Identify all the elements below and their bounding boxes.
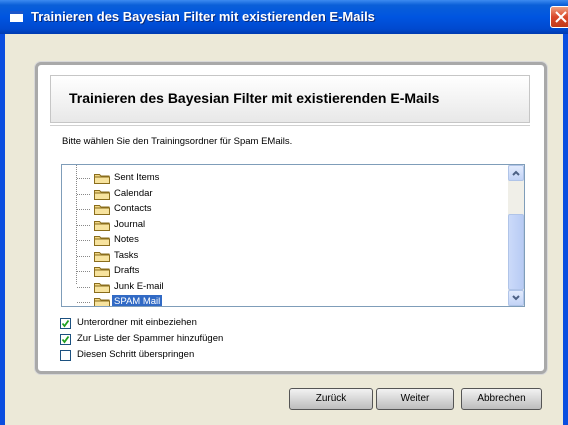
tree-item-label: Junk E-mail [114,280,164,292]
window-frame-left [0,34,5,425]
chevron-down-icon [512,295,520,301]
instruction-text: Bitte wählen Sie den Trainingsordner für… [62,136,293,147]
tree-item-label: Drafts [114,265,140,276]
panel-header: Trainieren des Bayesian Filter mit exist… [50,75,530,123]
tree-item-label: Calendar [114,187,153,199]
window-icon [10,11,23,22]
tree-item-label: Sent Items [114,172,160,183]
folder-icon [94,282,110,293]
folder-icon [94,298,110,306]
option-label: Zur Liste der Spammer hinzufügen [77,333,224,344]
tree-item-label: Tasks [114,249,139,261]
folder-icon [94,189,110,200]
window-frame-right [563,34,568,425]
tree-item-label: SPAM Mail [112,295,163,307]
tree-item-label: Journal [114,218,146,230]
tree-branch-line [77,240,90,241]
close-icon [555,11,567,23]
tree-item-label: Contacts [114,203,152,214]
skip-step-checkbox[interactable] [60,350,71,361]
scroll-down-button[interactable] [508,290,524,306]
include-subfolders-checkbox[interactable] [60,318,71,329]
tree-branch-line [77,286,90,288]
tree-branch-line [77,255,90,257]
chevron-up-icon [512,170,520,176]
tree-scrollbar[interactable] [508,165,524,306]
title-bar[interactable]: Trainieren des Bayesian Filter mit exist… [0,0,568,34]
folder-icon [94,236,110,246]
option-label: Diesen Schritt überspringen [77,349,195,360]
folder-icon [94,174,110,184]
scroll-up-button[interactable] [508,165,524,181]
folder-icon [94,220,110,231]
option-label: Unterordner mit einbeziehen [77,317,197,328]
folder-icon [94,205,110,215]
panel-title: Trainieren des Bayesian Filter mit exist… [69,90,440,106]
tree-branch-line [77,302,90,303]
cancel-button[interactable]: Abbrechen [461,388,542,410]
tree-item-label: Notes [114,234,139,245]
wizard-panel: Trainieren des Bayesian Filter mit exist… [35,62,547,374]
tree-branch-line [77,224,90,226]
dialog-window: Trainieren des Bayesian Filter mit exist… [0,0,568,425]
back-button[interactable]: Zurück [289,388,373,410]
tree-branch-line [77,271,90,272]
check-icon [61,319,70,328]
folder-icon [94,267,110,277]
add-to-spammers-checkbox[interactable] [60,334,71,345]
folder-icon [94,251,110,262]
scroll-thumb[interactable] [508,214,524,290]
tree-branch-line [77,209,90,210]
window-title: Trainieren des Bayesian Filter mit exist… [31,9,375,24]
next-button[interactable]: Weiter [376,388,454,410]
folder-tree[interactable]: Sent Items Calendar Contacts Journal Notes Ta… [61,164,525,307]
divider [50,125,530,126]
close-button[interactable] [550,6,568,28]
tree-branch-line [77,193,90,195]
tree-branch-line [77,178,90,179]
check-icon [61,335,70,344]
